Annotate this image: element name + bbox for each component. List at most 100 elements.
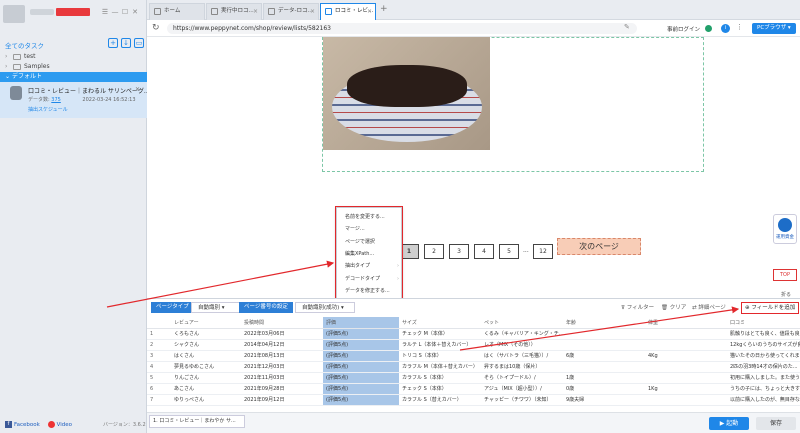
context-menu-item[interactable]: 名前を変更する... — [345, 212, 401, 223]
url-input[interactable]: https://www.peppynet.com/shop/review/lis… — [167, 23, 637, 34]
top-button[interactable]: TOP — [773, 269, 797, 281]
new-task-icon[interactable]: + — [108, 38, 118, 48]
table-row[interactable]: 5 りんごさん 2021年11月03日 (評価5点) カラフル S（本体） そら（トイプー… — [147, 372, 800, 384]
table-cell[interactable]: 9歳夫婦 — [563, 394, 645, 406]
tab-data[interactable]: データ-ロコ... × — [263, 3, 319, 20]
video-icon[interactable] — [47, 421, 55, 428]
table-cell[interactable]: 5 — [147, 372, 171, 384]
table-cell[interactable]: (評価5点) — [323, 328, 399, 340]
table-cell[interactable]: チャッピー（チワワ）（未知） — [481, 394, 563, 406]
table-cell[interactable]: 2014年04月12日 — [241, 339, 323, 351]
table-cell[interactable]: カラフル M（本体＋替えカバー） — [399, 361, 481, 373]
column-header[interactable]: 年齢 — [563, 317, 645, 329]
facebook-icon[interactable]: f — [5, 421, 12, 428]
page-2-button[interactable]: 2 — [424, 244, 444, 259]
table-cell[interactable]: 1 — [147, 328, 171, 340]
table-row[interactable]: 4 夢見るゆめこさん 2021年12月03日 (評価5点) カラフル M（本体＋替えカバ… — [147, 361, 800, 373]
table-cell[interactable]: カラフル S（替えカバー） — [399, 394, 481, 406]
table-cell[interactable]: チェック M（本体） — [399, 328, 481, 340]
context-menu-item[interactable]: 編集XPath... — [345, 249, 401, 260]
task-title[interactable]: 口コミ・レビュー｜まわるル サリンペーグ... — [28, 86, 150, 95]
table-cell[interactable]: 2021年09月28日 — [241, 383, 323, 395]
collapse-label[interactable]: 折る — [781, 291, 791, 298]
table-cell[interactable]: カラフル S（本体） — [399, 372, 481, 384]
table-cell[interactable] — [563, 339, 645, 351]
table-cell[interactable]: 初用に購入しました。また使う... — [727, 372, 800, 384]
table-cell[interactable]: くるみ（キャバリア・キング・チ... — [481, 328, 563, 340]
table-row[interactable]: 3 はくさん 2021年08月13日 (評価5点) トリコ S（本体） はく（サバトラ（三… — [147, 350, 800, 362]
table-cell[interactable]: (評価5点) — [323, 339, 399, 351]
maximize-icon[interactable]: ☐ — [120, 7, 130, 17]
table-cell[interactable]: (評価5点) — [323, 361, 399, 373]
table-cell[interactable]: あこさん — [171, 383, 241, 395]
page-number-select[interactable]: 自動識別(成功) ▾ — [295, 302, 355, 313]
page-5-button[interactable]: 5 — [499, 244, 519, 259]
pre-login-button[interactable]: 事前ログイン — [667, 25, 700, 33]
table-row[interactable]: 6 あこさん 2021年09月28日 (評価5点) チェック S（本体） アジュ（MIX（… — [147, 383, 800, 395]
table-cell[interactable]: 0歳 — [563, 383, 645, 395]
column-header[interactable]: 口コミ — [727, 317, 800, 329]
import-icon[interactable]: ↓ — [121, 38, 131, 48]
table-cell[interactable]: (評価5点) — [323, 394, 399, 406]
table-cell[interactable]: 2021年12月03日 — [241, 361, 323, 373]
data-count[interactable]: 375 — [51, 97, 61, 103]
table-cell[interactable]: 6 — [147, 383, 171, 395]
avatar[interactable] — [3, 5, 25, 23]
close-task-icon[interactable]: ✕ — [135, 86, 140, 93]
column-header[interactable]: レビュアー — [171, 317, 241, 329]
table-cell[interactable]: アジュ（MIX（超小型））/ — [481, 383, 563, 395]
column-header[interactable] — [147, 317, 171, 329]
bottom-task-tab[interactable]: 1. 口コミ・レビュー｜まわやか サ... — [149, 415, 245, 428]
table-cell[interactable] — [645, 394, 727, 406]
tree-item-samples[interactable]: › Samples — [5, 61, 145, 72]
table-cell[interactable]: 2021年11月03日 — [241, 372, 323, 384]
page-3-button[interactable]: 3 — [449, 244, 469, 259]
close-tab-icon[interactable]: × — [253, 4, 258, 19]
context-menu-item[interactable]: マージ... — [345, 224, 401, 235]
table-cell[interactable]: (評価5点) — [323, 350, 399, 362]
column-header[interactable]: 体重 — [645, 317, 727, 329]
table-cell[interactable]: 7 — [147, 394, 171, 406]
column-header[interactable]: サイズ — [399, 317, 481, 329]
reload-icon[interactable]: ↻ — [152, 23, 160, 33]
page-last-button[interactable]: 12 — [533, 244, 553, 259]
context-menu-item[interactable]: データを修正する... — [345, 286, 401, 297]
table-cell[interactable]: 猫いたその日から使ってくれま... — [727, 350, 800, 362]
filter-button[interactable]: ⊽ フィルター — [621, 303, 654, 311]
table-cell[interactable]: ラルテ L（本体＋替えカバー） — [399, 339, 481, 351]
table-cell[interactable]: (評価5点) — [323, 383, 399, 395]
next-page-button[interactable]: 次のページ — [557, 238, 641, 255]
table-cell[interactable]: 2021年09月12日 — [241, 394, 323, 406]
column-header[interactable]: 投稿時間 — [241, 317, 323, 329]
table-cell[interactable]: はく（サバトラ（三毛猫））/ — [481, 350, 563, 362]
column-header[interactable]: 評価 — [323, 317, 399, 329]
table-cell[interactable]: チェック S（本体） — [399, 383, 481, 395]
table-cell[interactable]: シャクさん — [171, 339, 241, 351]
more-icon[interactable]: ⋮ — [736, 23, 743, 31]
table-cell[interactable]: 6歳 — [563, 350, 645, 362]
all-tasks-label[interactable]: 全てのタスク — [5, 40, 44, 50]
column-header[interactable]: ペット — [481, 317, 563, 329]
context-menu-item[interactable]: ページで選択 — [345, 237, 401, 248]
table-cell[interactable]: 4 — [147, 361, 171, 373]
table-cell[interactable]: 2 — [147, 339, 171, 351]
facebook-link[interactable]: Facebook — [14, 422, 40, 428]
page-1-button[interactable]: 1 — [399, 244, 419, 259]
table-cell[interactable] — [645, 372, 727, 384]
edit-url-icon[interactable]: ✎ — [624, 23, 630, 31]
table-row[interactable]: 2 シャクさん 2014年04月12日 (評価5点) ラルテ L（本体＋替えカバー） レオ… — [147, 339, 800, 351]
table-cell[interactable]: 以前に購入したのが、無目存な... — [727, 394, 800, 406]
table-cell[interactable]: 3 — [147, 350, 171, 362]
table-cell[interactable]: 2匹の羽3時14才の保片のた... — [727, 361, 800, 373]
status-icon[interactable] — [705, 25, 712, 32]
context-menu-item[interactable]: デコードタイプ › — [345, 274, 401, 285]
table-cell[interactable]: そら（トイプードル）/ — [481, 372, 563, 384]
tab-home[interactable]: ホーム — [149, 3, 205, 20]
add-field-button[interactable]: ⊕ フィールドを追加 — [741, 302, 800, 314]
table-cell[interactable]: りんごさん — [171, 372, 241, 384]
table-cell[interactable]: 12kgくらいのうちのサイズが良... — [727, 339, 800, 351]
table-cell[interactable] — [645, 328, 727, 340]
clear-button[interactable]: 🗑 クリア — [661, 303, 686, 311]
table-cell[interactable]: ゆりっぺさん — [171, 394, 241, 406]
close-icon[interactable]: ✕ — [130, 7, 140, 17]
